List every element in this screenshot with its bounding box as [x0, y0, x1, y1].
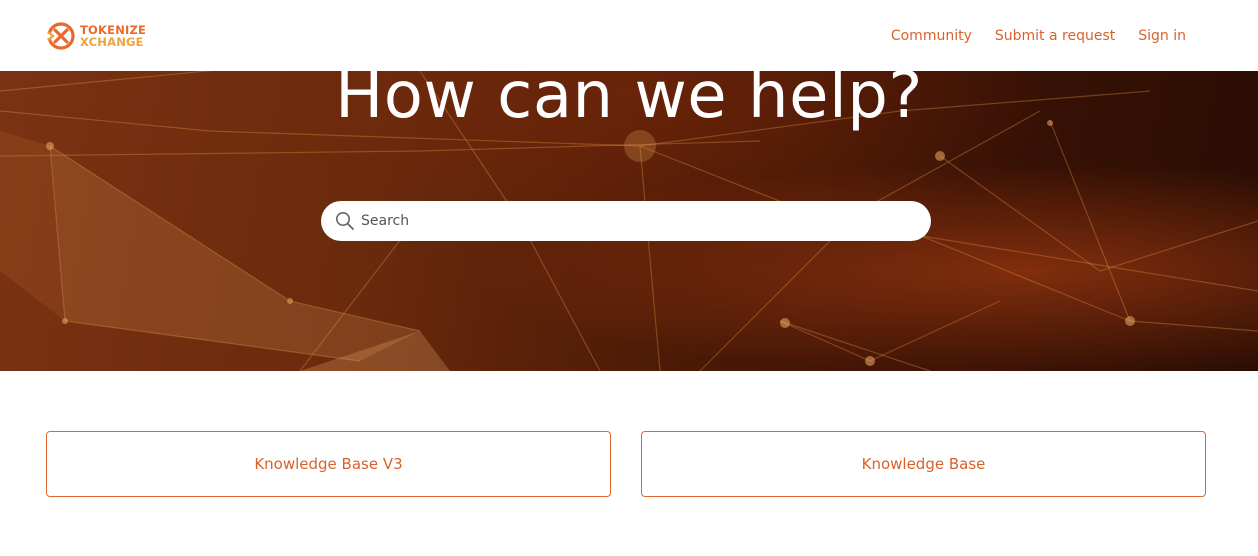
category-card-label: Knowledge Base V3: [254, 455, 403, 473]
category-card-knowledge-base[interactable]: Knowledge Base: [641, 431, 1206, 497]
site-header: TOKENIZE XCHANGE Community Submit a requ…: [0, 0, 1258, 71]
header-nav: Community Submit a request Sign in: [891, 27, 1186, 45]
search-bar: [321, 201, 931, 241]
search-input[interactable]: [361, 201, 911, 241]
nav-sign-in-link[interactable]: Sign in: [1138, 27, 1186, 45]
category-card-label: Knowledge Base: [861, 455, 986, 473]
brand-name-line2: XCHANGE: [80, 35, 144, 49]
nav-community-link[interactable]: Community: [891, 27, 972, 45]
brand-logo[interactable]: TOKENIZE XCHANGE: [46, 21, 146, 51]
category-card-knowledge-base-v3[interactable]: Knowledge Base V3: [46, 431, 611, 497]
brand-name: TOKENIZE XCHANGE: [80, 24, 146, 48]
search-icon: [336, 212, 354, 230]
hero-title: How can we help?: [335, 71, 923, 133]
hero-banner: How can we help?: [0, 71, 1258, 371]
tokenize-logo-icon: [47, 22, 75, 50]
nav-submit-request-link[interactable]: Submit a request: [995, 27, 1115, 45]
